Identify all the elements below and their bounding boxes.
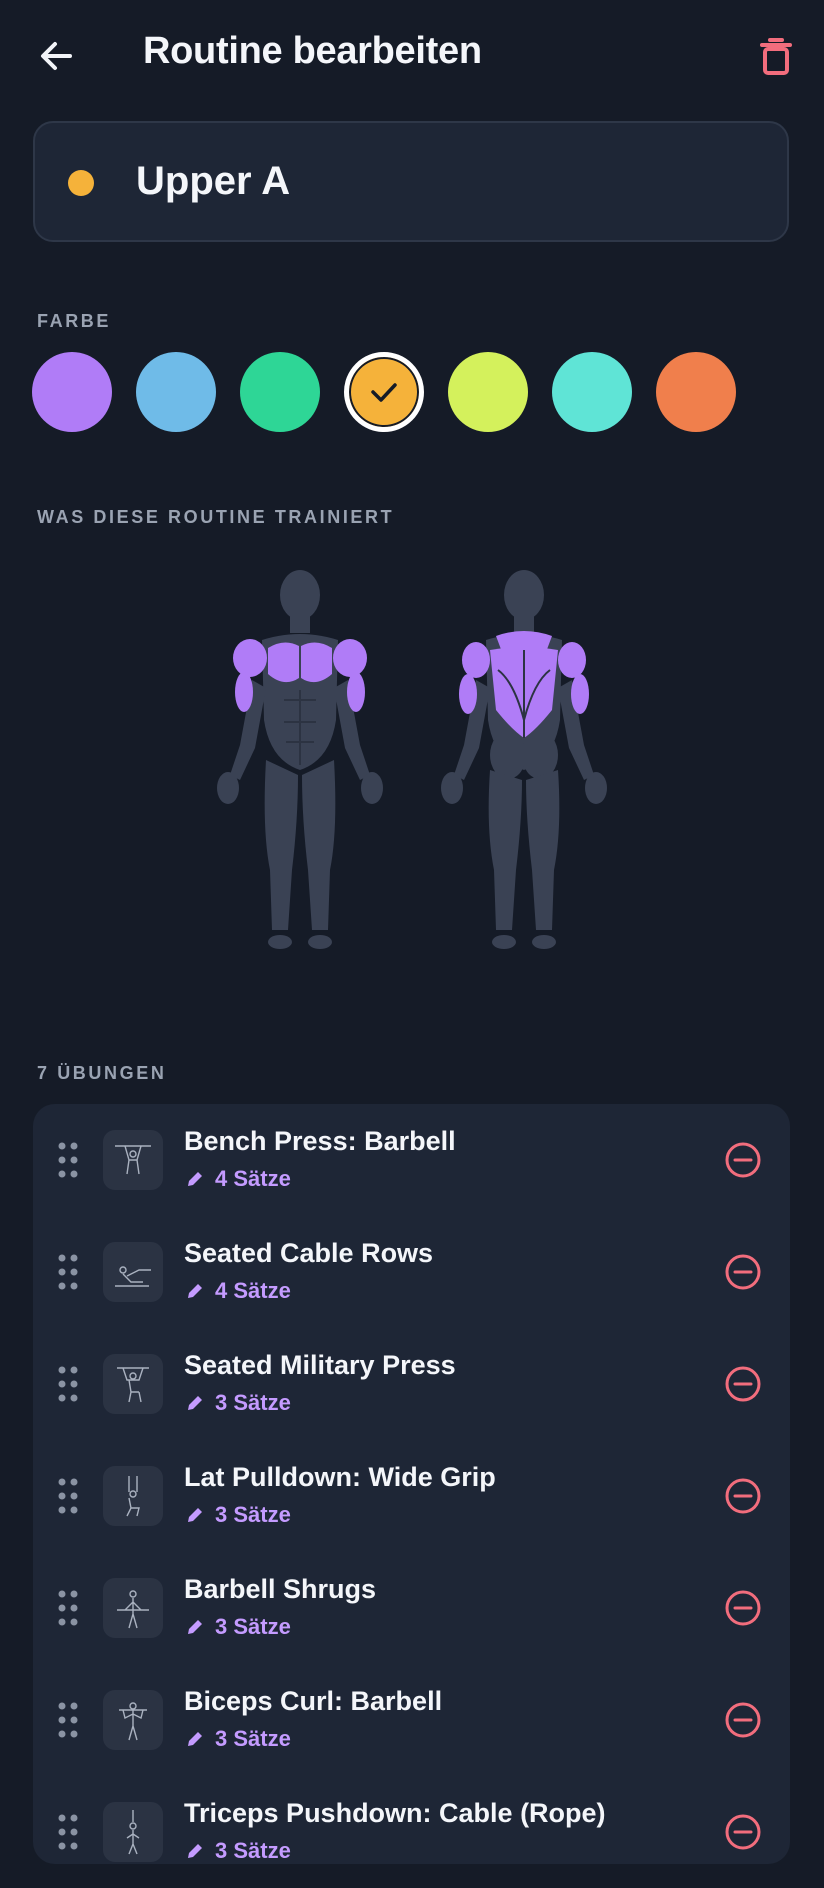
sets-count: 4 Sätze xyxy=(215,1278,291,1303)
drag-handle-icon[interactable] xyxy=(57,1476,79,1516)
exercise-name: Bench Press: Barbell xyxy=(184,1126,456,1156)
exercise-figure-icon xyxy=(119,1702,147,1741)
color-swatch-blue[interactable] xyxy=(136,352,216,432)
exercise-thumbnail xyxy=(103,1242,163,1302)
routine-name[interactable]: Upper A xyxy=(136,159,290,204)
pencil-icon xyxy=(188,1508,202,1522)
minus-circle-icon[interactable] xyxy=(723,1364,763,1404)
sets-count: 3 Sätze xyxy=(215,1726,291,1751)
exercise-name: Lat Pulldown: Wide Grip xyxy=(184,1462,496,1492)
exercise-thumbnail xyxy=(103,1802,163,1862)
top-app-bar: Routine bearbeiten xyxy=(0,0,824,112)
exercise-row[interactable]: Barbell Shrugs 3 Sätze xyxy=(33,1552,790,1664)
exercise-name: Seated Cable Rows xyxy=(184,1238,434,1268)
edit-sets-button[interactable]: 4 Sätze xyxy=(185,1164,291,1194)
exercise-figure-icon xyxy=(117,1590,149,1629)
trash-icon xyxy=(760,38,792,75)
routine-name-field[interactable]: Upper A xyxy=(33,121,789,242)
pencil-icon xyxy=(188,1284,202,1298)
drag-handle-icon[interactable] xyxy=(57,1812,79,1852)
pencil-icon xyxy=(188,1732,202,1746)
exercise-row[interactable]: Triceps Pushdown: Cable (Rope) 3 Sätze xyxy=(33,1776,790,1888)
sets-count: 3 Sätze xyxy=(215,1614,291,1639)
back-button[interactable] xyxy=(34,34,78,78)
check-icon xyxy=(371,383,397,402)
color-swatch-teal[interactable] xyxy=(552,352,632,432)
drag-handle-icon[interactable] xyxy=(57,1700,79,1740)
exercises-section-label: 7 ÜBUNGEN xyxy=(37,1063,167,1083)
pencil-icon xyxy=(188,1620,202,1634)
exercise-name: Biceps Curl: Barbell xyxy=(184,1686,443,1716)
pencil-icon xyxy=(188,1396,202,1410)
arrow-left-icon xyxy=(41,42,72,70)
edit-sets-button[interactable]: 3 Sätze xyxy=(185,1724,291,1754)
exercise-row[interactable]: Lat Pulldown: Wide Grip 3 Sätze xyxy=(33,1440,790,1552)
exercise-figure-icon xyxy=(126,1476,140,1517)
sets-count: 3 Sätze xyxy=(215,1390,291,1415)
color-swatch-lime[interactable] xyxy=(448,352,528,432)
color-swatch-purple[interactable] xyxy=(32,352,112,432)
exercise-thumbnail xyxy=(103,1130,163,1190)
exercise-row[interactable]: Seated Cable Rows 4 Sätze xyxy=(33,1216,790,1328)
edit-sets-button[interactable]: 3 Sätze xyxy=(185,1500,291,1530)
routine-color-indicator xyxy=(68,170,94,196)
exercise-thumbnail xyxy=(103,1354,163,1414)
drag-handle-icon[interactable] xyxy=(57,1588,79,1628)
minus-circle-icon[interactable] xyxy=(723,1140,763,1180)
exercise-list: Bench Press: Barbell 4 Sätze Seated Cabl… xyxy=(33,1104,790,1864)
exercise-name: Triceps Pushdown: Cable (Rope) xyxy=(184,1798,606,1828)
exercise-figure-icon xyxy=(115,1266,151,1287)
color-swatch-green[interactable] xyxy=(240,352,320,432)
exercise-figure-icon xyxy=(117,1367,149,1403)
minus-circle-icon[interactable] xyxy=(723,1476,763,1516)
pencil-icon xyxy=(188,1844,202,1858)
edit-sets-button[interactable]: 3 Sätze xyxy=(185,1836,291,1866)
color-swatch-orange[interactable] xyxy=(656,352,736,432)
exercise-name: Barbell Shrugs xyxy=(184,1574,377,1604)
color-swatch-yellow-selected[interactable] xyxy=(344,352,424,432)
exercise-name: Seated Military Press xyxy=(184,1350,456,1380)
exercise-thumbnail xyxy=(103,1690,163,1750)
exercise-row[interactable]: Biceps Curl: Barbell 3 Sätze xyxy=(33,1664,790,1776)
edit-sets-button[interactable]: 3 Sätze xyxy=(185,1388,291,1418)
pencil-icon xyxy=(188,1172,202,1186)
sets-count: 3 Sätze xyxy=(215,1502,291,1527)
drag-handle-icon[interactable] xyxy=(57,1252,79,1292)
page-title: Routine bearbeiten xyxy=(143,30,482,72)
minus-circle-icon[interactable] xyxy=(723,1812,763,1852)
body-back xyxy=(441,570,607,949)
color-picker xyxy=(32,352,792,432)
exercise-figure-icon xyxy=(126,1810,140,1855)
exercise-thumbnail xyxy=(103,1466,163,1526)
minus-circle-icon[interactable] xyxy=(723,1588,763,1628)
body-front xyxy=(217,570,383,949)
sets-count: 4 Sätze xyxy=(215,1166,291,1191)
drag-handle-icon[interactable] xyxy=(57,1140,79,1180)
muscles-section-label: WAS DIESE ROUTINE TRAINIERT xyxy=(37,507,395,527)
edit-sets-button[interactable]: 3 Sätze xyxy=(185,1612,291,1642)
exercise-row[interactable]: Seated Military Press 3 Sätze xyxy=(33,1328,790,1440)
minus-circle-icon[interactable] xyxy=(723,1700,763,1740)
sets-count: 3 Sätze xyxy=(215,1838,291,1863)
exercise-figure-icon xyxy=(115,1145,151,1175)
edit-sets-button[interactable]: 4 Sätze xyxy=(185,1276,291,1306)
minus-circle-icon[interactable] xyxy=(723,1252,763,1292)
drag-handle-icon[interactable] xyxy=(57,1364,79,1404)
exercise-thumbnail xyxy=(103,1578,163,1638)
color-section-label: FARBE xyxy=(37,311,112,331)
muscle-body-map xyxy=(217,570,607,949)
delete-routine-button[interactable] xyxy=(752,32,800,80)
exercise-row[interactable]: Bench Press: Barbell 4 Sätze xyxy=(33,1104,790,1216)
